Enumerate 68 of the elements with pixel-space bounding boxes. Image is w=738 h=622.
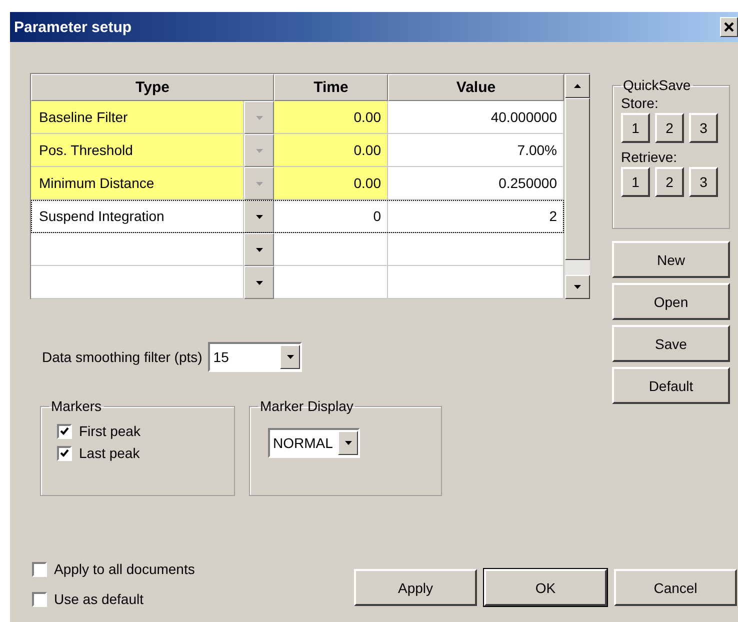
store-button[interactable]: 2 [655,113,684,143]
scroll-thumb[interactable] [565,98,590,260]
table-cell: 40.000000 [388,101,564,134]
button[interactable]: New [612,241,730,278]
button[interactable]: Save [612,325,730,362]
retrieve-button[interactable]: 2 [655,167,684,197]
dropdown-value: 15 [213,349,229,365]
table-cell: 7.00% [388,134,564,167]
checkbox-label: Last peak [79,445,140,461]
table-cell: Baseline Filter [31,101,244,134]
button[interactable]: Open [612,283,730,320]
scrollbar[interactable] [564,74,590,299]
caret-icon [256,280,262,284]
close-icon [724,22,734,32]
store-button[interactable]: 1 [621,113,650,143]
table-cell: Suspend Integration [31,200,244,233]
checkbox-label: Apply to all documents [54,561,195,577]
window-title: Parameter setup [13,18,132,36]
caret-icon [574,285,581,289]
table-row[interactable]: Pos. Threshold 0.00 7.00% [31,134,564,167]
table-row[interactable]: Baseline Filter 0.00 40.000000 [31,101,564,134]
check-icon [60,449,69,457]
dropdown-value: NORMAL [273,435,333,451]
table-cell: 0.00 [274,101,388,134]
table-cell: 2 [388,200,564,233]
caret-icon [256,148,262,152]
column-header[interactable]: Value [388,74,564,101]
store-button[interactable]: 3 [689,113,718,143]
group-title: Markers [50,398,103,414]
caret-icon [286,355,294,359]
button[interactable]: Default [612,367,730,404]
up-arrow-icon [574,84,581,88]
label: Store: [621,95,660,111]
caret-icon [344,441,352,445]
label: Retrieve: [621,149,678,165]
field-label: Data smoothing filter (pts) [42,349,202,365]
column-header[interactable]: Time [274,74,388,101]
table-cell: 0 [274,200,388,233]
close-button[interactable] [720,17,738,37]
checkbox-label: First peak [79,423,140,439]
caret-icon [256,214,262,218]
dropdown-button[interactable] [244,200,274,233]
table-cell: 0.00 [274,167,388,200]
table-cell: 0.250000 [388,167,564,200]
checkbox-label: Use as default [54,591,144,607]
table-row[interactable]: Suspend Integration 0 2 [31,200,564,233]
group-title: QuickSave [622,77,692,93]
checkbox[interactable] [57,446,72,460]
column-header[interactable]: Type [31,74,274,101]
group-title: Marker Display [259,398,354,414]
dropdown[interactable]: NORMAL [268,428,360,458]
checkbox[interactable] [32,592,47,606]
dropdown[interactable]: 15 [208,342,302,372]
table-row[interactable]: Minimum Distance 0.00 0.250000 [31,167,564,200]
checkbox[interactable] [32,562,47,576]
button[interactable]: OK [484,569,607,606]
caret-icon [256,116,262,120]
table-cell: Pos. Threshold [31,134,244,167]
retrieve-button[interactable]: 1 [621,167,650,197]
retrieve-button[interactable]: 3 [689,167,718,197]
check-icon [60,427,69,435]
table-cell: 0.00 [274,134,388,167]
checkbox[interactable] [57,424,72,438]
caret-icon [256,182,262,186]
table-cell: Minimum Distance [31,167,244,200]
caret-icon [256,248,262,252]
button[interactable]: Cancel [614,569,737,606]
button[interactable]: Apply [354,569,477,606]
